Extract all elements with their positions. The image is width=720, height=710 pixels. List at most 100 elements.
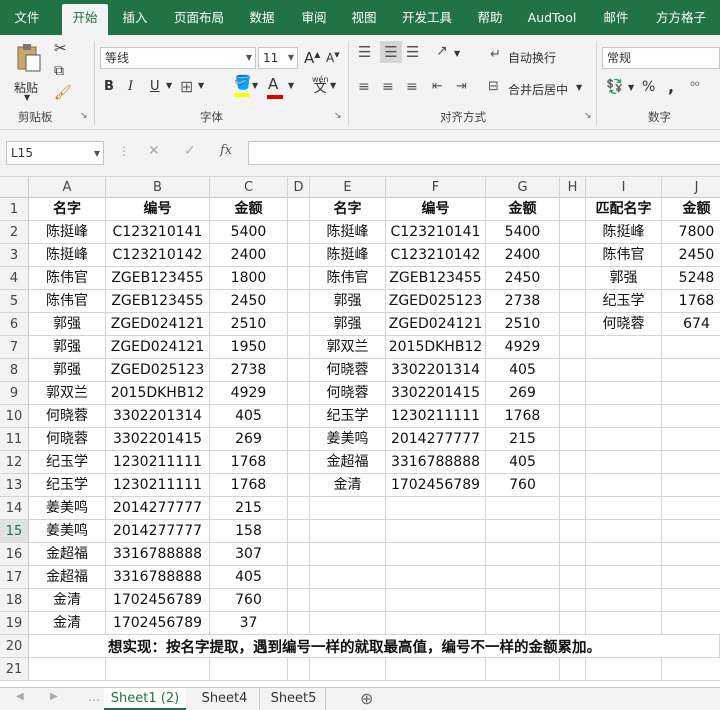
cell[interactable] bbox=[560, 612, 586, 635]
table-cell[interactable]: 金超福 bbox=[29, 543, 106, 566]
table-cell[interactable]: 1950 bbox=[210, 336, 288, 359]
chevron-down-icon[interactable]: ▼ bbox=[576, 83, 582, 92]
cell[interactable] bbox=[560, 520, 586, 543]
chevron-down-icon[interactable]: ▼ bbox=[252, 81, 258, 90]
column-header-g[interactable]: G bbox=[486, 177, 560, 198]
table-cell[interactable]: 1702456789 bbox=[106, 612, 210, 635]
cell[interactable] bbox=[560, 405, 586, 428]
table-cell[interactable]: ZGED024121 bbox=[106, 336, 210, 359]
cell[interactable] bbox=[486, 543, 560, 566]
column-header-a[interactable]: A bbox=[29, 177, 106, 198]
cell[interactable] bbox=[486, 566, 560, 589]
row-header-5[interactable]: 5 bbox=[0, 290, 29, 313]
cell[interactable] bbox=[288, 428, 310, 451]
tab-help[interactable]: 帮助 bbox=[468, 0, 512, 35]
cell[interactable] bbox=[310, 589, 386, 612]
number-format-select[interactable]: 常规 bbox=[602, 47, 720, 69]
row-header-2[interactable]: 2 bbox=[0, 221, 29, 244]
table-cell[interactable]: 2510 bbox=[486, 313, 560, 336]
column-header-j[interactable]: J bbox=[662, 177, 720, 198]
table-cell[interactable]: 何晓蓉 bbox=[310, 359, 386, 382]
font-name-select[interactable]: 等线 ▼ bbox=[100, 47, 256, 69]
table-cell[interactable]: 215 bbox=[210, 497, 288, 520]
table-cell[interactable]: 2400 bbox=[486, 244, 560, 267]
tab-developer[interactable]: 开发工具 bbox=[394, 0, 460, 35]
table-cell[interactable]: 405 bbox=[486, 451, 560, 474]
table-cell[interactable]: 2450 bbox=[486, 267, 560, 290]
table-cell[interactable]: 37 bbox=[210, 612, 288, 635]
enter-icon[interactable]: ✓ bbox=[184, 143, 196, 159]
cell[interactable] bbox=[560, 589, 586, 612]
border-icon[interactable]: ⊞ bbox=[180, 77, 193, 96]
next-sheet-icon[interactable]: ▶ bbox=[50, 691, 58, 702]
chevron-down-icon[interactable]: ▼ bbox=[288, 81, 294, 90]
cell[interactable] bbox=[560, 290, 586, 313]
table-cell[interactable]: 1800 bbox=[210, 267, 288, 290]
cell[interactable] bbox=[586, 612, 662, 635]
increase-decimal-icon[interactable]: ⁰⁰ bbox=[690, 79, 700, 93]
chevron-down-icon[interactable]: ▼ bbox=[166, 81, 172, 90]
cell[interactable] bbox=[560, 474, 586, 497]
table-cell[interactable]: 陈伟官 bbox=[29, 290, 106, 313]
table-cell[interactable]: 405 bbox=[210, 405, 288, 428]
table-cell[interactable]: ZGED024121 bbox=[386, 313, 486, 336]
cell[interactable] bbox=[662, 474, 720, 497]
font-size-select[interactable]: 11 ▼ bbox=[258, 47, 298, 69]
table-cell[interactable]: 陈挺峰 bbox=[29, 244, 106, 267]
underline-button[interactable]: U bbox=[150, 79, 160, 94]
table-cell[interactable]: 郭双兰 bbox=[310, 336, 386, 359]
cell[interactable] bbox=[310, 543, 386, 566]
cell[interactable] bbox=[662, 336, 720, 359]
cell[interactable] bbox=[560, 336, 586, 359]
table-cell[interactable]: 纪玉学 bbox=[310, 405, 386, 428]
phonetic-button[interactable]: wén 文 bbox=[312, 75, 329, 95]
cell[interactable] bbox=[288, 336, 310, 359]
cell[interactable] bbox=[288, 451, 310, 474]
table-cell[interactable]: 郭强 bbox=[310, 290, 386, 313]
table-cell[interactable]: 674 bbox=[662, 313, 720, 336]
table-cell[interactable]: 陈伟官 bbox=[29, 267, 106, 290]
header-cell[interactable]: 匹配名字 bbox=[586, 198, 662, 221]
header-cell[interactable]: 金额 bbox=[486, 198, 560, 221]
table-cell[interactable]: 3316788888 bbox=[106, 543, 210, 566]
table-cell[interactable]: 1702456789 bbox=[386, 474, 486, 497]
table-cell[interactable]: 405 bbox=[210, 566, 288, 589]
orientation-icon[interactable]: ↗ bbox=[436, 43, 448, 59]
cell[interactable] bbox=[586, 336, 662, 359]
cell[interactable] bbox=[662, 658, 720, 681]
insert-function-button[interactable]: fx bbox=[220, 143, 232, 158]
table-cell[interactable]: 2014277777 bbox=[386, 428, 486, 451]
header-cell[interactable]: 金额 bbox=[210, 198, 288, 221]
formula-input[interactable] bbox=[248, 141, 720, 165]
table-cell[interactable]: 158 bbox=[210, 520, 288, 543]
table-cell[interactable]: 何晓蓉 bbox=[310, 382, 386, 405]
align-middle-icon[interactable]: ☰ bbox=[380, 41, 402, 63]
shrink-font-button[interactable]: A▼ bbox=[326, 51, 340, 65]
cell[interactable] bbox=[210, 658, 288, 681]
name-box[interactable]: L15 ▼ bbox=[6, 141, 104, 165]
cell[interactable] bbox=[288, 198, 310, 221]
bold-button[interactable]: B bbox=[104, 79, 114, 94]
prev-sheet-icon[interactable]: ◀ bbox=[16, 691, 24, 702]
cell[interactable] bbox=[386, 566, 486, 589]
row-header-7[interactable]: 7 bbox=[0, 336, 29, 359]
table-cell[interactable]: 1702456789 bbox=[106, 589, 210, 612]
cell[interactable] bbox=[386, 497, 486, 520]
column-header-h[interactable]: H bbox=[560, 177, 586, 198]
table-cell[interactable]: ZGEB123455 bbox=[106, 267, 210, 290]
wrap-text-button[interactable]: 自动换行 bbox=[508, 49, 556, 66]
table-cell[interactable]: 1768 bbox=[210, 474, 288, 497]
table-cell[interactable]: 1768 bbox=[210, 451, 288, 474]
table-cell[interactable]: 纪玉学 bbox=[29, 451, 106, 474]
table-cell[interactable]: 405 bbox=[486, 359, 560, 382]
table-cell[interactable]: 5400 bbox=[486, 221, 560, 244]
cell[interactable] bbox=[288, 290, 310, 313]
sheet-tab-sheet5[interactable]: Sheet5 bbox=[262, 688, 326, 710]
header-cell[interactable]: 编号 bbox=[386, 198, 486, 221]
cell[interactable] bbox=[288, 359, 310, 382]
cell[interactable] bbox=[288, 244, 310, 267]
cut-icon[interactable]: ✂ bbox=[54, 39, 67, 57]
table-cell[interactable]: 760 bbox=[486, 474, 560, 497]
tab-page-layout[interactable]: 页面布局 bbox=[166, 0, 232, 35]
table-cell[interactable]: 金超福 bbox=[310, 451, 386, 474]
